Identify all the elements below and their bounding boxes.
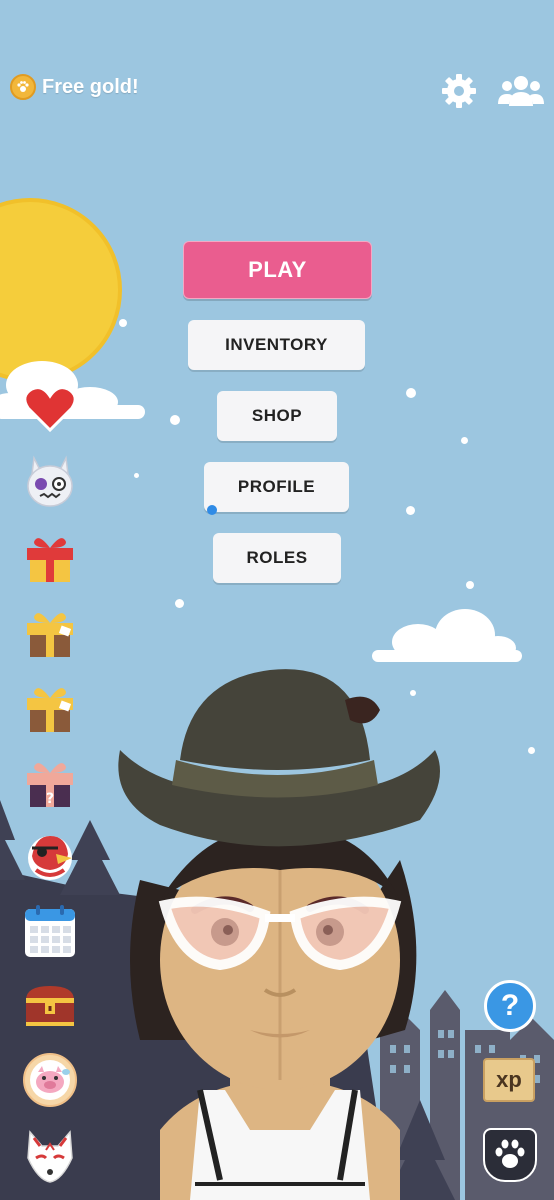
snowflake: [406, 506, 415, 515]
pirate-bird-icon: [28, 836, 72, 880]
settings-button[interactable]: [440, 72, 478, 115]
free-gold-button[interactable]: Free gold!: [10, 74, 139, 100]
svg-text:?: ?: [46, 791, 54, 807]
fox-mask-icon: [27, 1130, 73, 1183]
inventory-button[interactable]: INVENTORY: [188, 320, 365, 370]
notification-dot: [207, 505, 217, 515]
inventory-label: INVENTORY: [225, 335, 328, 354]
snowflake: [528, 747, 535, 754]
sidebar-item-gold-gift[interactable]: [22, 603, 78, 659]
sidebar-item-fox-mask[interactable]: [22, 1128, 78, 1184]
sidebar-item-treasure-chest[interactable]: [22, 978, 78, 1034]
sidebar-item-heart[interactable]: [22, 380, 78, 436]
profile-label: PROFILE: [237, 477, 316, 496]
gold-gift-icon: [27, 688, 73, 732]
snowflake: [170, 415, 180, 425]
sidebar-item-gold-gift-2[interactable]: [22, 678, 78, 734]
shop-button[interactable]: SHOP: [217, 391, 337, 441]
snowflake: [406, 388, 416, 398]
friends-button[interactable]: [498, 74, 544, 115]
bunny-mask-icon: [27, 455, 73, 507]
sidebar-item-pig-badge[interactable]: [22, 1052, 78, 1108]
player-avatar: [118, 669, 440, 1200]
snowflake: [134, 473, 139, 478]
heart-icon: [23, 386, 77, 433]
paw-button[interactable]: [483, 1128, 537, 1182]
calendar-icon: [25, 905, 75, 957]
mystery-gift-icon: ?: [27, 763, 73, 807]
play-label: PLAY: [248, 257, 307, 282]
paw-coin-icon: [10, 74, 36, 100]
sidebar-item-bunny-mask[interactable]: [22, 454, 78, 510]
sidebar-item-calendar[interactable]: [22, 903, 78, 959]
sidebar-item-pirate-bird[interactable]: [22, 828, 78, 884]
paw-icon: [495, 1139, 525, 1168]
gear-icon: [442, 74, 476, 108]
xp-button[interactable]: xp: [483, 1058, 535, 1102]
pig-badge-icon: [23, 1053, 77, 1107]
play-button[interactable]: PLAY: [183, 241, 372, 299]
gold-gift-icon: [27, 613, 73, 657]
free-gold-label: Free gold!: [42, 75, 139, 98]
xp-label: xp: [496, 1067, 522, 1092]
cloud-right: [372, 609, 522, 662]
help-label: ?: [500, 989, 520, 1022]
shop-label: SHOP: [251, 406, 303, 425]
sun: [0, 198, 122, 382]
help-button[interactable]: ?: [484, 980, 536, 1032]
roles-label: ROLES: [246, 548, 308, 567]
snowflake: [119, 319, 127, 327]
red-gift-icon: [27, 538, 73, 582]
game-home-screen: Free gold! PLAY INVENTORY SHOP PROFILE R…: [0, 0, 554, 1200]
roles-button[interactable]: ROLES: [213, 533, 341, 583]
profile-button[interactable]: PROFILE: [204, 462, 349, 515]
sidebar-item-mystery-gift[interactable]: ?: [22, 753, 78, 809]
snowflake: [175, 599, 184, 608]
sidebar-item-red-gift[interactable]: [22, 528, 78, 584]
treasure-chest-icon: [26, 986, 74, 1026]
snowflake: [466, 581, 474, 589]
snowflake: [461, 437, 468, 444]
friends-icon: [498, 76, 544, 106]
